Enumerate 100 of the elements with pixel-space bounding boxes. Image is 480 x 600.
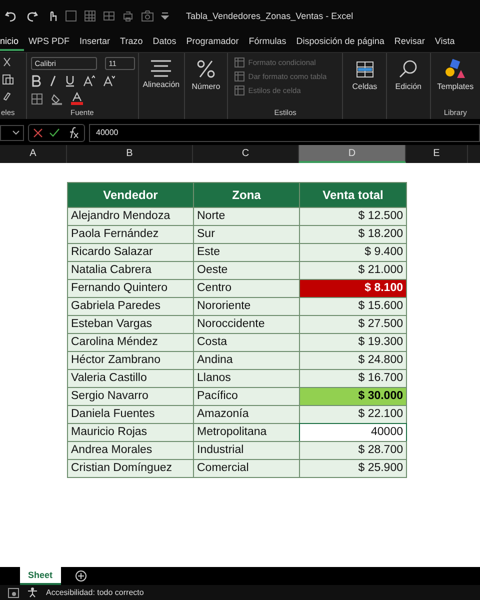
table-cell: $ 8.100 [299,279,407,298]
accessibility-icon[interactable] [27,587,38,598]
table-cell: $ 30.000 [299,387,407,406]
table-cell: Costa [193,333,300,352]
table-cell: $ 25.900 [299,459,407,478]
table-cell: Metropolitana [193,423,300,442]
table-cell: 40000 [299,423,407,442]
table-cell: $ 21.000 [299,261,407,280]
name-box[interactable] [0,125,24,141]
table-cell: Andina [193,351,300,370]
style-icon [234,85,246,96]
add-sheet-icon[interactable] [74,570,87,582]
table-cell: $ 19.300 [299,333,407,352]
ribbon-tab[interactable]: Disposición de página [291,34,390,50]
alignment-button[interactable]: Alineación [142,80,180,89]
table-cell: Llanos [193,369,300,388]
table-cell: Fernando Quintero [67,279,194,298]
table-cell: Industrial [193,441,300,460]
ribbon-tab[interactable]: Revisar [389,34,430,50]
table-cell: Alejandro Mendoza [67,207,194,226]
camera-icon[interactable] [141,10,154,22]
table-cell: Cristian Domínguez [67,459,194,478]
ribbon-tab[interactable]: Programador [181,34,244,50]
bold-icon[interactable] [30,75,41,87]
table-cell: Comercial [193,459,300,478]
shapes-icon[interactable] [444,59,466,79]
table-cell: Amazonía [193,405,300,424]
table-cell: Valeria Castillo [67,369,194,388]
ribbon-tab[interactable]: Fórmulas [244,34,292,50]
table-cell: $ 28.700 [299,441,407,460]
table-cell: Sergio Navarro [67,387,194,406]
font-color-icon[interactable] [70,92,83,105]
sheet-tab[interactable]: Sheet [20,567,61,585]
editing-button[interactable]: Edición [395,82,422,91]
style-icon [234,71,246,82]
ribbon-tab[interactable]: Insertar [74,34,116,50]
ribbon-tab[interactable]: Trazo [115,34,148,50]
table-cell: Oeste [193,261,300,280]
align-icon[interactable] [150,59,172,77]
grid-icon[interactable] [84,10,96,22]
check-icon[interactable] [49,128,60,138]
table-cell: Andrea Morales [67,441,194,460]
ribbon-tab[interactable]: Vista [430,34,460,50]
redo-icon[interactable] [25,9,39,23]
cells-button[interactable]: Celdas [352,82,378,91]
table-cell: Norte [193,207,300,226]
table-cell: $ 15.600 [299,297,407,316]
table-icon[interactable] [103,10,115,22]
header-cell: Vendedor [67,182,194,208]
table-cell: $ 12.500 [299,207,407,226]
number-button[interactable]: Número [192,82,220,91]
print-icon[interactable] [122,10,134,22]
macro-icon[interactable] [8,588,19,598]
cells-icon[interactable] [354,59,375,79]
shrink-font-icon[interactable] [102,75,115,87]
templates-button[interactable]: Templates [437,82,474,91]
table-cell: Noroccidente [193,315,300,334]
status-text: Accesibilidad: todo correcto [46,588,144,597]
table-cell: $ 9.400 [299,243,407,262]
table-cell: Paola Fernández [67,225,194,244]
fill-color-icon[interactable] [50,92,63,104]
table-cell: Centro [193,279,300,298]
window-title: Tabla_Vendedores_Zonas_Ventas - Excel [186,11,354,21]
table-cell: $ 18.200 [299,225,407,244]
paste-icon[interactable] [2,73,14,85]
borders-icon[interactable] [30,92,43,104]
table-cell: Nororiente [193,297,300,316]
column-header[interactable]: D [299,145,406,163]
table-cell: Natalia Cabrera [67,261,194,280]
checkbox-icon[interactable] [65,10,77,22]
underline-icon[interactable] [64,75,75,87]
search-icon[interactable] [398,59,418,79]
table-cell: Pacífico [193,387,300,406]
scissors-icon[interactable] [2,57,12,69]
table-cell: $ 16.700 [299,369,407,388]
formula-input[interactable]: 40000 [89,124,480,142]
table-cell: Esteban Vargas [67,315,194,334]
header-cell: Venta total [299,182,407,208]
table-cell: Sur [193,225,300,244]
table-cell: Gabriela Paredes [67,297,194,316]
table-cell: Ricardo Salazar [67,243,194,262]
table-cell: Este [193,243,300,262]
italic-icon[interactable] [48,75,57,87]
table-cell: $ 22.100 [299,405,407,424]
style-icon [234,57,246,68]
table-cell: Mauricio Rojas [67,423,194,442]
table-cell: $ 27.500 [299,315,407,334]
customize-icon[interactable] [161,11,169,21]
table-cell: Héctor Zambrano [67,351,194,370]
header-cell: Zona [193,182,300,208]
percent-icon[interactable] [196,59,216,79]
chevron-icon[interactable] [12,130,20,136]
table-cell: Daniela Fuentes [67,405,194,424]
ribbon-tab[interactable]: Datos [148,34,182,50]
table-cell: Carolina Méndez [67,333,194,352]
table-cell: $ 24.800 [299,351,407,370]
undo-icon[interactable] [4,9,18,23]
ribbon-tab[interactable]: WPS PDF [24,34,75,50]
grow-font-icon[interactable] [82,75,95,87]
cancel-icon[interactable] [33,128,43,138]
